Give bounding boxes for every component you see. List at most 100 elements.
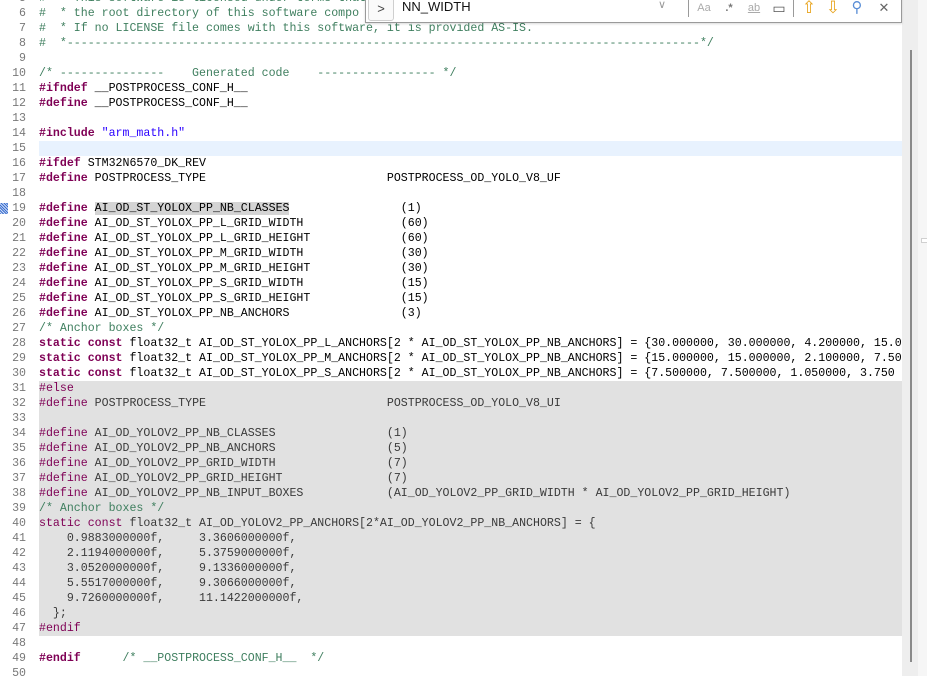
code-line[interactable]: 34 #define AI_OD_YOLOV2_PP_NB_CLASSES (1) (0, 426, 902, 441)
code-line[interactable]: 30 static const float32_t AI_OD_ST_YOLOX_… (0, 366, 902, 381)
line-number: 48 (12, 637, 26, 650)
line-number: 23 (12, 262, 26, 275)
line-code: /* Anchor boxes */ (39, 501, 902, 516)
code-text: AI_OD_ST_YOLOX_PP_L_GRID_HEIGHT (60) (87, 232, 429, 245)
keyword: static const (39, 367, 123, 380)
code-line[interactable]: 8 # *------------------------------------… (0, 36, 902, 51)
code-line[interactable]: 48 (0, 636, 902, 651)
code-line[interactable]: 50 (0, 666, 902, 676)
code-line[interactable]: 47 #endif (0, 621, 902, 636)
toggle-replace-button[interactable]: > (368, 0, 394, 21)
scrollbar-thumb[interactable] (910, 50, 912, 662)
whole-word-icon[interactable]: ab (745, 0, 763, 17)
code-line[interactable]: 27 /* Anchor boxes */ (0, 321, 902, 336)
keyword: static const (39, 517, 123, 530)
code-line[interactable]: 39 /* Anchor boxes */ (0, 501, 902, 516)
code-line[interactable]: 12 #define __POSTPROCESS_CONF_H__ (0, 96, 902, 111)
code-line[interactable]: 10 /* --------------- Generated code ----… (0, 66, 902, 81)
line-code: /* Anchor boxes */ (39, 321, 902, 336)
code-line[interactable]: 22 #define AI_OD_ST_YOLOX_PP_M_GRID_WIDTH… (0, 246, 902, 261)
code-line[interactable]: 23 #define AI_OD_ST_YOLOX_PP_M_GRID_HEIGH… (0, 261, 902, 276)
code-line[interactable]: 46 }; (0, 606, 902, 621)
code-line[interactable]: 31 #else (0, 381, 902, 396)
find-previous-icon[interactable]: ⇧ (800, 0, 818, 17)
code-line[interactable]: 33 (0, 411, 902, 426)
in-selection-icon[interactable]: ▭ (770, 0, 788, 17)
preprocessor-directive: #define (39, 472, 88, 485)
code-line[interactable]: 13 (0, 111, 902, 126)
line-code: #define AI_OD_YOLOV2_PP_NB_ANCHORS (5) (39, 441, 902, 456)
code-line[interactable]: 37 #define AI_OD_YOLOV2_PP_GRID_HEIGHT (7… (0, 471, 902, 486)
line-number: 35 (12, 442, 26, 455)
code-line[interactable]: 28 static const float32_t AI_OD_ST_YOLOX_… (0, 336, 902, 351)
preprocessor-directive: #define (39, 202, 88, 215)
preprocessor-directive: #define (39, 457, 88, 470)
code-line[interactable]: 16 #ifdef STM32N6570_DK_REV (0, 156, 902, 171)
code-line[interactable]: 19 #define AI_OD_ST_YOLOX_PP_NB_CLASSES (… (0, 201, 902, 216)
code-text: (1) (289, 202, 422, 215)
line-code: #define AI_OD_ST_YOLOX_PP_S_GRID_WIDTH (… (39, 276, 902, 291)
line-code: #define AI_OD_ST_YOLOX_PP_NB_ANCHORS (3) (39, 306, 902, 321)
line-number: 40 (12, 517, 26, 530)
history-dropdown-icon[interactable]: ∨ (658, 0, 666, 11)
find-input[interactable] (402, 0, 664, 17)
code-line[interactable]: 7 # * If no LICENSE file comes with this … (0, 21, 902, 36)
overview-marker[interactable] (921, 238, 927, 243)
code-text: AI_OD_ST_YOLOX_PP_S_GRID_HEIGHT (15) (87, 292, 429, 305)
code-line[interactable]: 38 #define AI_OD_YOLOV2_PP_NB_INPUT_BOXES… (0, 486, 902, 501)
code-text: 5.5517000000f, 9.3066000000f, (39, 577, 297, 590)
code-line[interactable]: 20 #define AI_OD_ST_YOLOX_PP_L_GRID_WIDTH… (0, 216, 902, 231)
code-text: AI_OD_ST_YOLOX_PP_M_GRID_WIDTH (30) (87, 247, 429, 260)
code-editor[interactable]: 5# * This software is licensed under ter… (0, 0, 902, 676)
code-line[interactable]: 9 (0, 51, 902, 66)
line-number: 46 (12, 607, 26, 620)
preprocessor-directive: #ifndef (39, 82, 88, 95)
regex-icon[interactable]: .* (720, 0, 738, 17)
code-line[interactable]: 25 #define AI_OD_ST_YOLOX_PP_S_GRID_HEIGH… (0, 291, 902, 306)
line-number: 45 (12, 592, 26, 605)
code-text: 0.9883000000f, 3.3606000000f, (39, 532, 297, 545)
find-next-icon[interactable]: ⇩ (824, 0, 842, 17)
search-all-icon[interactable]: ⚲ (848, 0, 866, 17)
code-line[interactable]: 41 0.9883000000f, 3.3606000000f, (0, 531, 902, 546)
code-line[interactable]: 40 static const float32_t AI_OD_YOLOV2_PP… (0, 516, 902, 531)
code-line[interactable]: 43 3.0520000000f, 9.1336000000f, (0, 561, 902, 576)
line-code: #define AI_OD_ST_YOLOX_PP_L_GRID_WIDTH (… (39, 216, 902, 231)
close-icon[interactable]: ✕ (875, 0, 893, 17)
line-number: 38 (12, 487, 26, 500)
code-line[interactable]: 15 (0, 141, 902, 156)
code-line[interactable]: 45 9.7260000000f, 11.1422000000f, (0, 591, 902, 606)
code-line[interactable]: 11 #ifndef __POSTPROCESS_CONF_H__ (0, 81, 902, 96)
line-code: #include "arm_math.h" (39, 126, 902, 141)
code-line[interactable]: 44 5.5517000000f, 9.3066000000f, (0, 576, 902, 591)
code-line[interactable]: 42 2.1194000000f, 5.3759000000f, (0, 546, 902, 561)
code-line[interactable]: 26 #define AI_OD_ST_YOLOX_PP_NB_ANCHORS (… (0, 306, 902, 321)
line-code: #else (39, 381, 902, 396)
code-line[interactable]: 18 (0, 186, 902, 201)
code-line[interactable]: 36 #define AI_OD_YOLOV2_PP_GRID_WIDTH (7) (0, 456, 902, 471)
code-line[interactable]: 32 #define POSTPROCESS_TYPE POSTPROCESS_O… (0, 396, 902, 411)
code-line[interactable]: 35 #define AI_OD_YOLOV2_PP_NB_ANCHORS (5) (0, 441, 902, 456)
code-text: STM32N6570_DK_REV (80, 157, 206, 170)
preprocessor-directive: #define (39, 97, 88, 110)
overview-ruler[interactable] (918, 0, 927, 676)
code-line[interactable]: 49 #endif /* __POSTPROCESS_CONF_H__ */ (0, 651, 902, 666)
line-code: }; (39, 606, 902, 621)
code-line[interactable]: 21 #define AI_OD_ST_YOLOX_PP_L_GRID_HEIGH… (0, 231, 902, 246)
line-number: 34 (12, 427, 26, 440)
line-code: #endif /* __POSTPROCESS_CONF_H__ */ (39, 651, 902, 666)
code-line[interactable]: 24 #define AI_OD_ST_YOLOX_PP_S_GRID_WIDTH… (0, 276, 902, 291)
case-sensitive-icon[interactable]: Aa (695, 0, 713, 17)
code-line[interactable]: 29 static const float32_t AI_OD_ST_YOLOX_… (0, 351, 902, 366)
comment: /* --------------- Generated code ------… (39, 67, 457, 80)
code-line[interactable]: 17 #define POSTPROCESS_TYPE POSTPROCESS_O… (0, 171, 902, 186)
vertical-scrollbar[interactable] (902, 0, 918, 676)
line-number: 21 (12, 232, 26, 245)
code-line[interactable]: 14 #include "arm_math.h" (0, 126, 902, 141)
preprocessor-directive: #define (39, 427, 88, 440)
line-code: /* --------------- Generated code ------… (39, 66, 902, 81)
line-code: #define AI_OD_YOLOV2_PP_NB_INPUT_BOXES (… (39, 486, 902, 501)
